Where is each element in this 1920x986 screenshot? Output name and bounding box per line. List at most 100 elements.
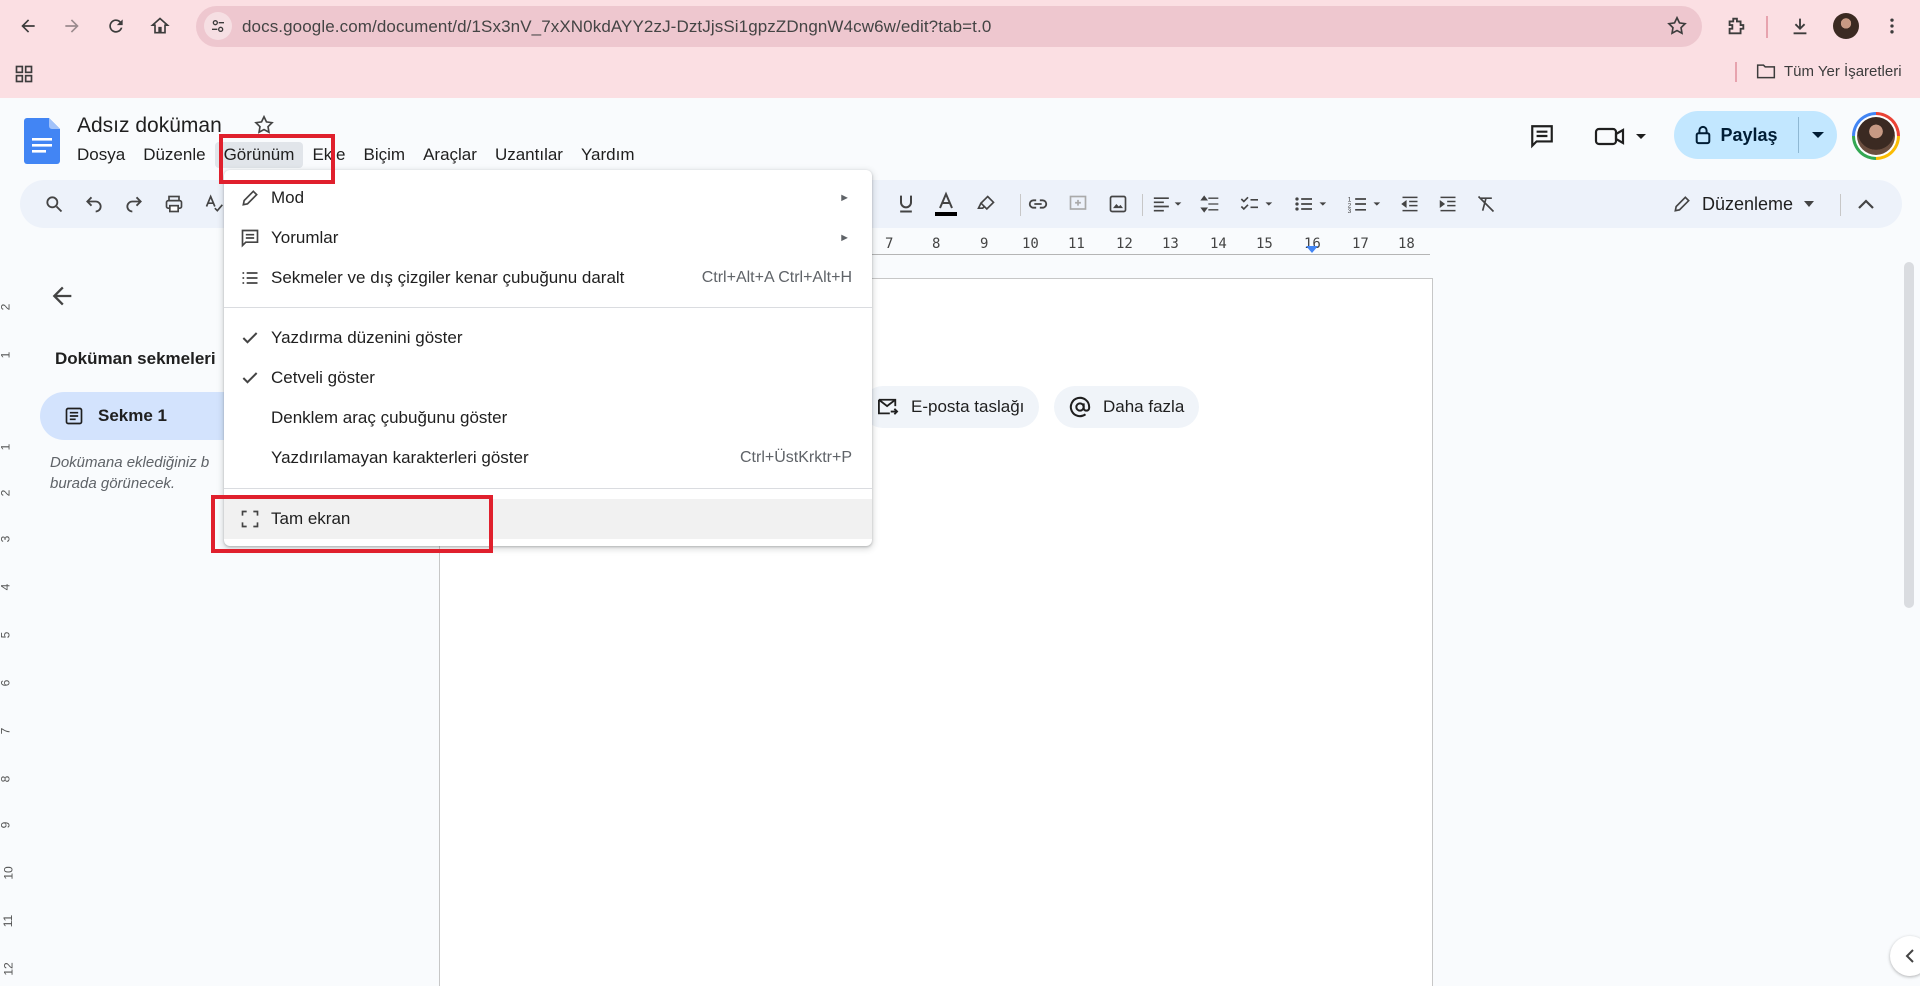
- email-draft-chip[interactable]: E-posta taslağı: [862, 386, 1040, 428]
- editing-mode-label: Düzenleme: [1702, 193, 1794, 214]
- menu-item-comments[interactable]: Yorumlar ►: [224, 218, 872, 258]
- decrease-indent-icon[interactable]: [1396, 190, 1424, 218]
- ruler-tick: 5: [0, 632, 12, 639]
- ruler-tick: 6: [0, 680, 12, 687]
- site-info-icon[interactable]: [204, 12, 232, 40]
- share-button[interactable]: Paylaş: [1674, 111, 1798, 159]
- docs-logo[interactable]: [24, 118, 60, 169]
- sidebar-hint: Dokümana eklediğiniz b burada görünecek.: [50, 454, 210, 492]
- browser-chrome: docs.google.com/document/d/1Sx3nV_7xXN0k…: [0, 0, 1920, 98]
- search-menus-icon[interactable]: [40, 190, 68, 218]
- doc-title[interactable]: Adsız doküman: [77, 114, 222, 138]
- menu-item-shortcut: Ctrl+Alt+A Ctrl+Alt+H: [701, 269, 852, 286]
- ruler-tick: 2: [0, 304, 12, 311]
- ruler-tick: 1: [0, 444, 12, 451]
- ruler-tick: 1: [0, 352, 12, 359]
- more-chip[interactable]: Daha fazla: [1054, 386, 1200, 428]
- toolbar-separator: [1766, 16, 1768, 38]
- toolbar-separator: [1840, 194, 1841, 216]
- increase-indent-icon[interactable]: [1434, 190, 1462, 218]
- menu-uzantilar[interactable]: Uzantılar: [486, 142, 572, 168]
- more-label: Daha fazla: [1103, 397, 1185, 416]
- menu-item-label: Cetveli göster: [271, 368, 375, 387]
- clear-formatting-icon[interactable]: [1472, 190, 1500, 218]
- ruler-tick: 18: [1398, 236, 1415, 252]
- apps-grid-icon[interactable]: [14, 64, 34, 89]
- text-color-icon[interactable]: [932, 190, 960, 218]
- ruler-tick: 9: [980, 236, 989, 252]
- toolbar-separator: [1142, 194, 1143, 216]
- reload-icon[interactable]: [98, 8, 134, 44]
- at-sign-icon: [1069, 396, 1091, 418]
- bullet-list-icon[interactable]: [1288, 190, 1336, 218]
- download-icon[interactable]: [1782, 8, 1818, 44]
- forward-icon[interactable]: [54, 8, 90, 44]
- underline-icon[interactable]: [892, 190, 920, 218]
- menu-bicim[interactable]: Biçim: [355, 142, 415, 168]
- ruler-tick: 11: [1, 914, 16, 928]
- highlight-icon[interactable]: [972, 190, 1000, 218]
- comment-history-icon[interactable]: [1524, 118, 1560, 154]
- menu-item-equation-toolbar[interactable]: Denklem araç çubuğunu göster: [224, 398, 872, 438]
- ruler-tick: 13: [1162, 236, 1179, 252]
- menu-araclar[interactable]: Araçlar: [414, 142, 486, 168]
- add-comment-icon[interactable]: [1064, 190, 1092, 218]
- hide-menus-icon[interactable]: [1852, 190, 1880, 218]
- share-divider: [1798, 117, 1799, 153]
- menu-item-shortcut: Ctrl+ÜstKrktr+P: [739, 449, 852, 466]
- print-icon[interactable]: [160, 190, 188, 218]
- ruler-tick: 14: [1210, 236, 1227, 252]
- email-draft-label: E-posta taslağı: [911, 397, 1025, 416]
- menu-item-label: Denklem araç çubuğunu göster: [271, 408, 508, 427]
- home-icon[interactable]: [142, 8, 178, 44]
- address-bar[interactable]: docs.google.com/document/d/1Sx3nV_7xXN0k…: [196, 6, 1702, 47]
- doc-tabs-heading: Doküman sekmeleri: [55, 349, 216, 368]
- menu-item-label: Yazdırılamayan karakterleri göster: [271, 448, 529, 467]
- highlight-box-view-menu: [219, 134, 335, 184]
- all-bookmarks-button[interactable]: Tüm Yer İşaretleri: [1756, 62, 1902, 80]
- browser-menu-icon[interactable]: [1874, 8, 1910, 44]
- ruler-tick: 10: [1, 866, 16, 880]
- insert-image-icon[interactable]: [1104, 190, 1132, 218]
- account-avatar[interactable]: [1852, 112, 1900, 160]
- back-icon[interactable]: [10, 8, 46, 44]
- menu-item-nonprinting-chars[interactable]: Yazdırılamayan karakterleri göster Ctrl+…: [224, 438, 872, 478]
- menu-item-mode[interactable]: Mod ►: [224, 178, 872, 218]
- undo-icon[interactable]: [80, 190, 108, 218]
- ruler-tick: 11: [1068, 236, 1085, 252]
- numbered-list-icon[interactable]: 123: [1342, 190, 1390, 218]
- share-dropdown-icon[interactable]: [1800, 111, 1836, 159]
- svg-text:3: 3: [1348, 208, 1352, 214]
- url-text[interactable]: docs.google.com/document/d/1Sx3nV_7xXN0k…: [242, 17, 991, 37]
- side-panel-toggle-icon[interactable]: [1890, 936, 1920, 976]
- extensions-icon[interactable]: [1718, 8, 1754, 44]
- vertical-scrollbar[interactable]: [1904, 262, 1914, 608]
- bookmark-star-icon[interactable]: [1666, 15, 1688, 42]
- profile-avatar[interactable]: [1828, 8, 1864, 44]
- meet-video-icon[interactable]: [1592, 118, 1652, 154]
- editing-mode-button[interactable]: Düzenleme: [1660, 184, 1827, 224]
- right-indent-marker[interactable]: [1306, 246, 1318, 253]
- menu-separator: [224, 488, 872, 489]
- align-left-icon[interactable]: [1146, 190, 1190, 218]
- document-icon: [65, 407, 83, 425]
- menu-item-print-layout[interactable]: Yazdırma düzenini göster: [224, 318, 872, 358]
- check-icon: [238, 366, 262, 390]
- menu-duzenle[interactable]: Düzenle: [134, 142, 214, 168]
- line-spacing-icon[interactable]: [1196, 190, 1224, 218]
- checklist-icon[interactable]: [1234, 190, 1282, 218]
- menu-item-label: Yorumlar: [271, 228, 339, 247]
- redo-icon[interactable]: [120, 190, 148, 218]
- menu-dosya[interactable]: Dosya: [68, 142, 134, 168]
- close-sidebar-arrow-icon[interactable]: [48, 282, 76, 315]
- ruler-tick: 17: [1352, 236, 1369, 252]
- vertical-ruler[interactable]: 2 1 1 2 3 4 5 6 7 8 9 10 11 12: [0, 258, 18, 986]
- menu-yardim[interactable]: Yardım: [572, 142, 644, 168]
- ruler-tick: 7: [885, 236, 894, 252]
- menu-item-collapse-sidebar[interactable]: Sekmeler ve dış çizgiler kenar çubuğunu …: [224, 258, 872, 298]
- share-label: Paylaş: [1720, 124, 1778, 145]
- link-icon[interactable]: [1024, 190, 1052, 218]
- menu-item-show-ruler[interactable]: Cetveli göster: [224, 358, 872, 398]
- bookmark-separator: [1735, 62, 1737, 82]
- highlight-box-fullscreen: [211, 495, 493, 553]
